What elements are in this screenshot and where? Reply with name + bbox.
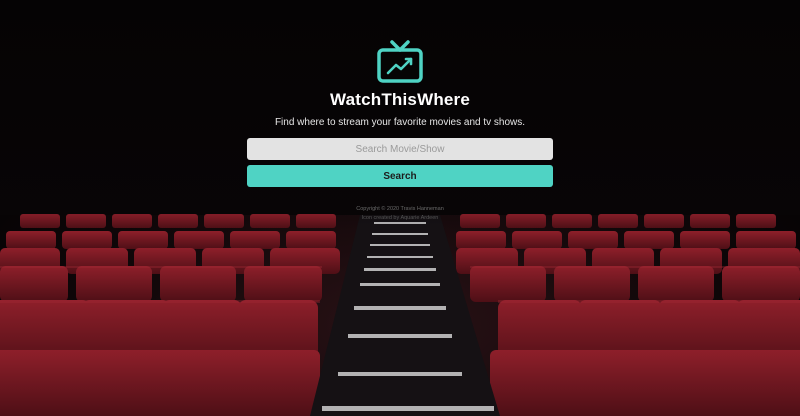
tagline: Find where to stream your favorite movie…: [274, 117, 526, 128]
search-button[interactable]: Search: [247, 165, 553, 187]
tv-trending-icon: [377, 40, 423, 83]
app-title: WatchThisWhere: [329, 90, 471, 109]
landing-content: WatchThisWhere Find where to stream your…: [0, 0, 800, 223]
icon-credit-text: Icon created by Aquarie Ardeen: [361, 215, 439, 221]
search-input[interactable]: [247, 138, 553, 160]
copyright-text: Copyright © 2020 Travis Hanneman: [356, 206, 444, 212]
footer: Copyright © 2020 Travis Hanneman Icon cr…: [356, 205, 444, 223]
